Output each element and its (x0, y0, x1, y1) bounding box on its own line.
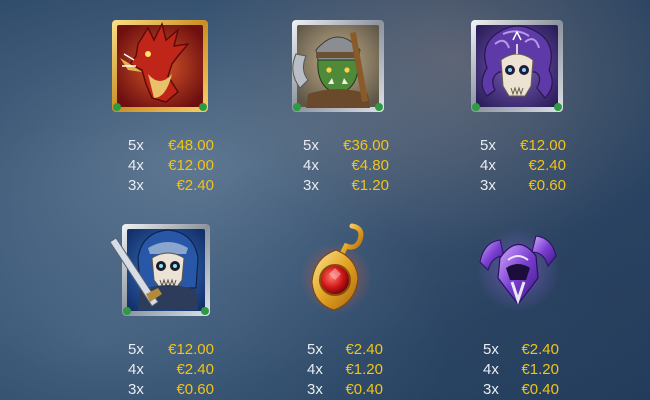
payout-row: 4x €12.00 (128, 156, 214, 176)
multiplier: 4x (307, 361, 323, 378)
multiplier: 3x (128, 381, 144, 398)
multiplier: 5x (128, 137, 144, 154)
multiplier: 4x (128, 157, 144, 174)
medusa-skull-paytable: 5x €12.00 4x €2.40 3x €0.60 (480, 136, 566, 196)
winged-helmet-symbol-icon (470, 222, 566, 314)
dragon-symbol-icon (108, 14, 212, 118)
payout-row: 5x €12.00 (128, 340, 214, 360)
payout-row: 4x €2.40 (480, 156, 566, 176)
ruby-amulet-symbol-icon (298, 220, 378, 316)
multiplier: 4x (128, 361, 144, 378)
medusa-skull-symbol-icon (465, 14, 569, 118)
multiplier: 5x (480, 137, 496, 154)
multiplier: 3x (128, 177, 144, 194)
payout-amount: €2.40 (176, 177, 214, 194)
multiplier: 3x (483, 381, 499, 398)
payout-row: 5x €2.40 (307, 340, 383, 360)
payout-amount: €2.40 (176, 361, 214, 378)
multiplier: 5x (483, 341, 499, 358)
payout-row: 4x €2.40 (128, 360, 214, 380)
payout-row: 4x €4.80 (303, 156, 389, 176)
payout-row: 5x €12.00 (480, 136, 566, 156)
payout-amount: €12.00 (168, 157, 214, 174)
payout-amount: €1.20 (521, 361, 559, 378)
payout-row: 3x €1.20 (303, 176, 389, 196)
orc-paytable: 5x €36.00 4x €4.80 3x €1.20 (303, 136, 389, 196)
multiplier: 3x (480, 177, 496, 194)
payout-row: 5x €2.40 (483, 340, 559, 360)
payout-amount: €48.00 (168, 137, 214, 154)
payout-row: 3x €0.60 (128, 380, 214, 400)
payout-amount: €2.40 (345, 341, 383, 358)
multiplier: 4x (303, 157, 319, 174)
payout-amount: €2.40 (521, 341, 559, 358)
multiplier: 5x (303, 137, 319, 154)
payout-amount: €0.40 (521, 381, 559, 398)
payout-row: 4x €1.20 (307, 360, 383, 380)
payout-row: 3x €0.40 (307, 380, 383, 400)
orc-symbol-icon (286, 14, 390, 118)
multiplier: 5x (307, 341, 323, 358)
skeleton-knight-symbol-icon (106, 218, 216, 322)
payout-row: 3x €0.60 (480, 176, 566, 196)
payout-row: 3x €0.40 (483, 380, 559, 400)
payout-amount: €0.60 (176, 381, 214, 398)
payout-amount: €0.40 (345, 381, 383, 398)
dragon-paytable: 5x €48.00 4x €12.00 3x €2.40 (128, 136, 214, 196)
skeleton-knight-paytable: 5x €12.00 4x €2.40 3x €0.60 (128, 340, 214, 400)
ruby-amulet-paytable: 5x €2.40 4x €1.20 3x €0.40 (307, 340, 383, 400)
payout-amount: €2.40 (528, 157, 566, 174)
payout-amount: €12.00 (168, 341, 214, 358)
payout-amount: €12.00 (520, 137, 566, 154)
payout-row: 3x €2.40 (128, 176, 214, 196)
payout-amount: €1.20 (351, 177, 389, 194)
multiplier: 5x (128, 341, 144, 358)
payout-amount: €1.20 (345, 361, 383, 378)
payout-row: 5x €36.00 (303, 136, 389, 156)
multiplier: 4x (480, 157, 496, 174)
payout-row: 5x €48.00 (128, 136, 214, 156)
payout-amount: €4.80 (351, 157, 389, 174)
multiplier: 4x (483, 361, 499, 378)
payout-amount: €0.60 (528, 177, 566, 194)
payout-amount: €36.00 (343, 137, 389, 154)
payout-row: 4x €1.20 (483, 360, 559, 380)
multiplier: 3x (307, 381, 323, 398)
winged-helmet-paytable: 5x €2.40 4x €1.20 3x €0.40 (483, 340, 559, 400)
multiplier: 3x (303, 177, 319, 194)
